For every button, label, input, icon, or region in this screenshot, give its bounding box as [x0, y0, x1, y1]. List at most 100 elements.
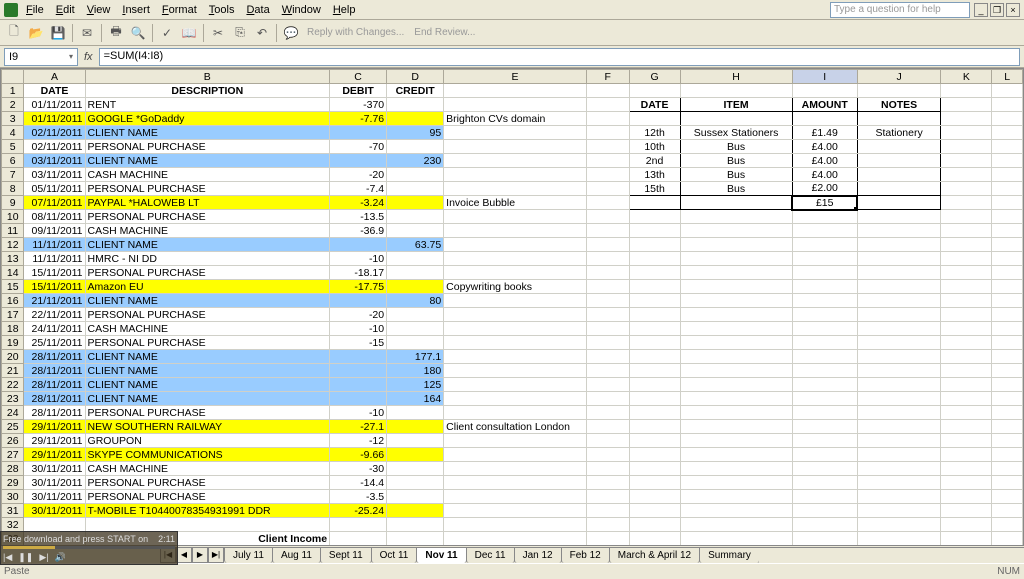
close-icon[interactable]: × [1006, 3, 1020, 17]
column-header-J[interactable]: J [857, 70, 941, 84]
cell-description[interactable]: CLIENT NAME [85, 238, 330, 252]
cell[interactable] [629, 448, 680, 462]
cell-credit[interactable]: 180 [387, 364, 444, 378]
sheet-tab[interactable]: March & April 12 [609, 547, 700, 563]
cell-note[interactable] [444, 126, 587, 140]
cell[interactable] [792, 364, 857, 378]
sheet-tab[interactable]: Sept 11 [320, 547, 372, 563]
cell[interactable] [941, 462, 992, 476]
side-notes[interactable] [857, 140, 941, 154]
cell-description[interactable]: GOOGLE *GoDaddy [85, 112, 330, 126]
column-header-G[interactable]: G [629, 70, 680, 84]
cell-date[interactable]: 01/11/2011 [24, 98, 85, 112]
cell[interactable] [992, 448, 1023, 462]
cell-credit[interactable]: 125 [387, 378, 444, 392]
cell-credit[interactable] [387, 196, 444, 210]
cell-debit[interactable] [330, 518, 387, 532]
new-icon[interactable]: 🗋 [4, 23, 24, 43]
cell[interactable] [941, 238, 992, 252]
formula-input[interactable]: =SUM(I4:I8) [99, 48, 1020, 66]
cell-note[interactable] [444, 350, 587, 364]
cell[interactable] [586, 322, 629, 336]
cell-debit[interactable]: -15 [330, 336, 387, 350]
cell[interactable] [586, 308, 629, 322]
cell-debit[interactable]: -10 [330, 322, 387, 336]
cell-note[interactable] [444, 98, 587, 112]
cell-date[interactable]: 29/11/2011 [24, 420, 85, 434]
cell-description[interactable]: Amazon EU [85, 280, 330, 294]
cell[interactable] [586, 420, 629, 434]
side-header-item[interactable]: ITEM [680, 98, 792, 112]
cell[interactable] [680, 294, 792, 308]
side-date[interactable]: 13th [629, 168, 680, 182]
cell[interactable] [629, 378, 680, 392]
cell[interactable] [629, 364, 680, 378]
cell[interactable] [857, 504, 941, 518]
cell[interactable] [586, 350, 629, 364]
cell-note[interactable] [444, 182, 587, 196]
cell-note[interactable] [444, 140, 587, 154]
cell[interactable] [992, 420, 1023, 434]
cell[interactable] [857, 210, 941, 224]
row-header[interactable]: 18 [2, 322, 24, 336]
cell-note[interactable] [444, 490, 587, 504]
cell[interactable] [992, 280, 1023, 294]
cell[interactable] [629, 308, 680, 322]
cell-description[interactable]: SKYPE COMMUNICATIONS [85, 448, 330, 462]
cell[interactable] [941, 448, 992, 462]
cell-note[interactable] [444, 294, 587, 308]
cell-debit[interactable]: -36.9 [330, 224, 387, 238]
cell-description[interactable]: PERSONAL PURCHASE [85, 182, 330, 196]
cell-date[interactable]: 28/11/2011 [24, 350, 85, 364]
cell-date[interactable]: 05/11/2011 [24, 182, 85, 196]
cell[interactable] [992, 112, 1023, 126]
cell-description[interactable] [85, 518, 330, 532]
cell[interactable] [992, 490, 1023, 504]
cell-note[interactable] [444, 168, 587, 182]
cell[interactable] [992, 238, 1023, 252]
cell-debit[interactable] [330, 154, 387, 168]
row-header[interactable]: 15 [2, 280, 24, 294]
cell-date[interactable]: 15/11/2011 [24, 280, 85, 294]
cell-debit[interactable] [330, 364, 387, 378]
cell[interactable] [857, 266, 941, 280]
cell[interactable] [680, 476, 792, 490]
cell-debit[interactable]: -70 [330, 140, 387, 154]
cell[interactable] [680, 532, 792, 546]
cell-date[interactable]: 29/11/2011 [24, 434, 85, 448]
cell[interactable] [680, 196, 792, 210]
cell[interactable] [941, 378, 992, 392]
cell-note[interactable] [444, 392, 587, 406]
cell-description[interactable]: PAYPAL *HALOWEB LT [85, 196, 330, 210]
cell[interactable] [992, 182, 1023, 196]
cell[interactable] [629, 266, 680, 280]
cell-note[interactable] [444, 434, 587, 448]
cell-debit[interactable]: -7.76 [330, 112, 387, 126]
cell[interactable] [586, 252, 629, 266]
cell[interactable] [992, 462, 1023, 476]
sheet-tab[interactable]: Feb 12 [561, 547, 610, 563]
cell-description[interactable]: PERSONAL PURCHASE [85, 210, 330, 224]
cell[interactable] [792, 392, 857, 406]
cell-date[interactable]: 21/11/2011 [24, 294, 85, 308]
cell[interactable] [941, 350, 992, 364]
cell[interactable] [941, 406, 992, 420]
cell-credit[interactable] [387, 462, 444, 476]
cell[interactable] [586, 434, 629, 448]
open-icon[interactable]: 📂 [26, 23, 46, 43]
cell[interactable] [792, 518, 857, 532]
preview-icon[interactable]: 🔍 [128, 23, 148, 43]
cell[interactable] [586, 476, 629, 490]
cell[interactable] [992, 224, 1023, 238]
side-date[interactable]: 10th [629, 140, 680, 154]
cell[interactable] [629, 532, 680, 546]
cell-date[interactable]: 11/11/2011 [24, 252, 85, 266]
cell-description[interactable]: CLIENT NAME [85, 392, 330, 406]
side-amount[interactable]: £4.00 [792, 154, 857, 168]
cell-debit[interactable]: -13.5 [330, 210, 387, 224]
cell-debit[interactable] [330, 238, 387, 252]
row-header[interactable]: 27 [2, 448, 24, 462]
mail-icon[interactable]: ✉ [77, 23, 97, 43]
undo-icon[interactable]: ↶ [252, 23, 272, 43]
cell[interactable] [992, 140, 1023, 154]
